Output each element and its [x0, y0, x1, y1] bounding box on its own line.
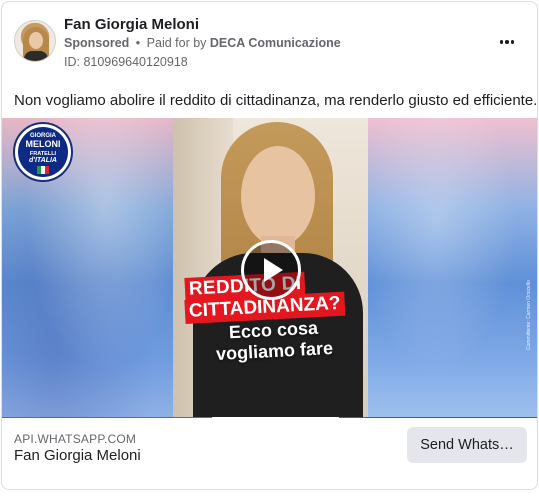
tricolor-flame-icon [37, 166, 49, 174]
link-footer[interactable]: API.WHATSAPP.COM Fan Giorgia Meloni Send… [2, 420, 537, 489]
tricolor-stripe [2, 417, 537, 418]
play-button[interactable] [241, 240, 301, 300]
logo-text-meloni: MELONI [25, 139, 61, 149]
video-media[interactable]: GIORGIA MELONI FRATELLI d'ITALIA REDDITO… [2, 118, 537, 418]
more-horizontal-icon [499, 40, 504, 44]
meta-separator: • [135, 36, 141, 50]
logo-text-italia: d'ITALIA [29, 157, 57, 164]
page-avatar[interactable] [14, 20, 56, 62]
sponsored-post-card: Fan Giorgia Meloni Sponsored • Paid for … [1, 1, 538, 490]
video-subtitle: Ecco cosa vogliamo fare [215, 317, 334, 365]
link-title[interactable]: Fan Giorgia Meloni [14, 447, 141, 464]
sponsored-label: Sponsored [64, 36, 130, 50]
committente-credit: Committente: Carmen Orsicello [526, 280, 532, 350]
play-icon [264, 258, 283, 282]
ad-id: ID: 810969640120918 [64, 55, 188, 69]
sponsored-line: Sponsored • Paid for by DECA Comunicazio… [64, 36, 341, 50]
fratelli-italia-logo: GIORGIA MELONI FRATELLI d'ITALIA [13, 122, 73, 182]
link-domain: API.WHATSAPP.COM [14, 432, 137, 446]
page-name-link[interactable]: Fan Giorgia Meloni [64, 16, 199, 33]
paid-for-by-name: DECA Comunicazione [209, 36, 341, 50]
paid-for-prefix: Paid for by [146, 36, 207, 50]
blurred-background-right [368, 118, 537, 418]
video-frame[interactable]: REDDITO DI CITTADINANZA? Ecco cosa vogli… [173, 118, 368, 418]
send-whatsapp-button[interactable]: Send Whats… [407, 427, 527, 463]
more-options-button[interactable] [495, 32, 519, 52]
post-body-text: Non vogliamo abolire il reddito di citta… [14, 92, 538, 109]
